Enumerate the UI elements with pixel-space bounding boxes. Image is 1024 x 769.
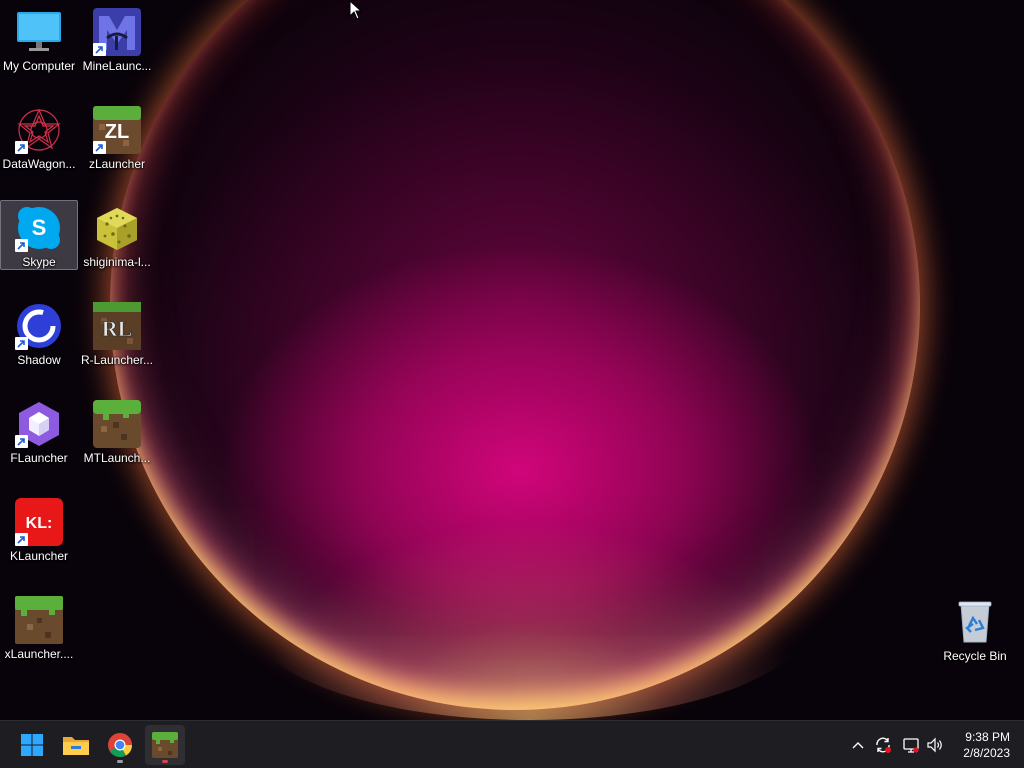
- chrome-icon: [108, 733, 132, 758]
- mouse-cursor-icon: [349, 0, 363, 20]
- desktop-icon-shadow[interactable]: Shadow: [0, 298, 78, 368]
- klauncher-icon: KL:: [15, 498, 63, 546]
- rlauncher-text: RL: [102, 316, 133, 341]
- desktop-icon-skype[interactable]: S Skype: [0, 200, 78, 270]
- mtlauncher-icon: [93, 400, 141, 448]
- icon-label: xLauncher....: [4, 647, 74, 661]
- volume-icon: [927, 737, 942, 753]
- desktop-icon-rlauncher[interactable]: RL R-Launcher...: [78, 298, 156, 368]
- shortcut-arrow-icon: [15, 435, 28, 448]
- wallpaper-glow: [250, 520, 810, 720]
- desktop-icon-flauncher[interactable]: FLauncher: [0, 396, 78, 466]
- tray-overflow-button[interactable]: [848, 721, 868, 769]
- icon-label: My Computer: [2, 59, 76, 73]
- klauncher-text: KL:: [26, 515, 53, 532]
- tray-volume-button[interactable]: [924, 721, 946, 769]
- monitor-icon: [15, 8, 63, 56]
- network-icon: [903, 738, 919, 753]
- desktop-icon-mtlauncher[interactable]: MTLaunch...: [78, 396, 156, 466]
- sync-icon: [876, 737, 891, 753]
- icon-label: DataWagon...: [2, 157, 76, 171]
- icon-label: Skype: [22, 255, 56, 269]
- desktop-icon-klauncher[interactable]: KL: KLauncher: [0, 494, 78, 564]
- flauncher-icon: [15, 400, 63, 448]
- shortcut-arrow-icon: [93, 43, 106, 56]
- minelauncher-icon: [93, 8, 141, 56]
- datawagon-icon: [15, 106, 63, 154]
- windows-start-icon: [21, 734, 43, 756]
- icon-label: KLauncher: [9, 549, 69, 563]
- icon-label: MTLaunch...: [83, 451, 151, 465]
- skype-text: S: [32, 215, 47, 240]
- taskbar-minecraft-launcher-button[interactable]: [145, 725, 185, 765]
- icon-label: FLauncher: [10, 451, 68, 465]
- shortcut-arrow-icon: [15, 337, 28, 350]
- shortcut-arrow-icon: [15, 239, 28, 252]
- grass-block-icon: [152, 732, 178, 758]
- skype-icon: S: [15, 204, 63, 252]
- folder-icon: [63, 737, 89, 755]
- running-indicator: [117, 760, 123, 763]
- desktop-icon-xlauncher[interactable]: xLauncher....: [0, 592, 78, 662]
- taskbar-chrome-button[interactable]: [100, 725, 140, 765]
- tray-network-button[interactable]: [900, 721, 922, 769]
- desktop-icon-shiginima[interactable]: shiginima-l...: [78, 200, 156, 270]
- desktop-icon-zlauncher[interactable]: ZL zLauncher: [78, 102, 156, 172]
- xlauncher-icon: [15, 596, 63, 644]
- tray-sync-button[interactable]: [872, 721, 894, 769]
- clock-date: 2/8/2023: [963, 746, 1010, 760]
- desktop-icon-recycle-bin[interactable]: Recycle Bin: [936, 594, 1014, 664]
- shadow-icon: [15, 302, 63, 350]
- icon-label: Shadow: [17, 353, 61, 367]
- shortcut-arrow-icon: [93, 141, 106, 154]
- taskbar-start-button[interactable]: [12, 725, 52, 765]
- zlauncher-text: ZL: [105, 121, 129, 143]
- recycle-bin-icon: [951, 598, 999, 646]
- desktop-icon-my-computer[interactable]: My Computer: [0, 4, 78, 74]
- icon-label: MineLaunc...: [82, 59, 152, 73]
- icon-label: zLauncher: [88, 157, 146, 171]
- desktop-icon-datawagon[interactable]: DataWagon...: [0, 102, 78, 172]
- chevron-up-icon: [852, 742, 864, 749]
- shortcut-arrow-icon: [15, 141, 28, 154]
- desktop-wallpaper: My Computer MineLaunc... DataWagon... ZL…: [0, 0, 1024, 720]
- shortcut-arrow-icon: [15, 533, 28, 546]
- icon-label: shiginima-l...: [83, 255, 151, 269]
- icon-label: R-Launcher...: [80, 353, 154, 367]
- clock-time: 9:38 PM: [965, 730, 1010, 744]
- rlauncher-icon: RL: [93, 302, 141, 350]
- taskbar-file-explorer-button[interactable]: [56, 725, 96, 765]
- shiginima-icon: [93, 204, 141, 252]
- running-indicator: [162, 760, 168, 763]
- icon-label: Recycle Bin: [943, 649, 1007, 663]
- taskbar: 9:38 PM 2/8/2023: [0, 720, 1024, 768]
- taskbar-clock[interactable]: 9:38 PM 2/8/2023: [963, 729, 1010, 761]
- desktop-icon-minelauncher[interactable]: MineLaunc...: [78, 4, 156, 74]
- zlauncher-icon: ZL: [93, 106, 141, 154]
